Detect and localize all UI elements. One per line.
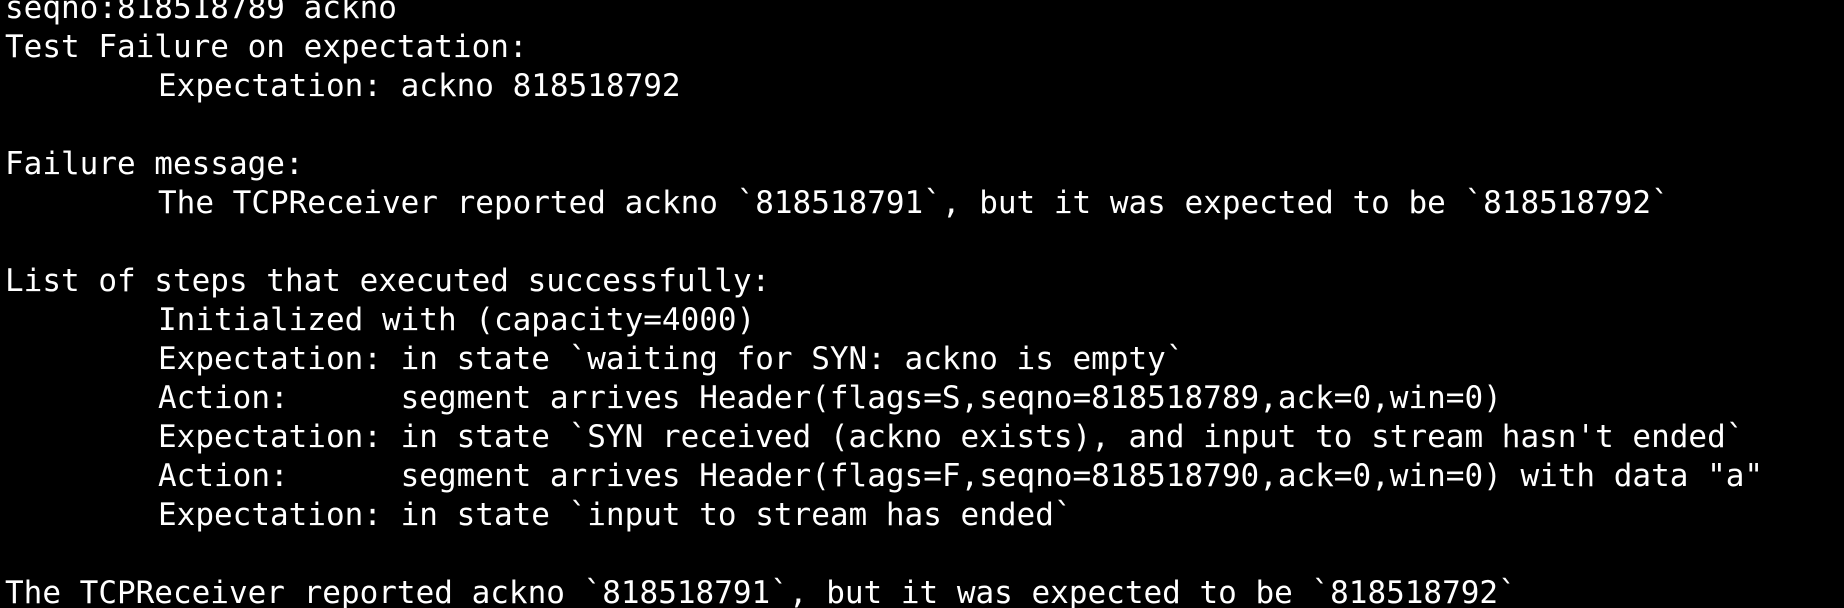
failure-message-heading: Failure message: [5, 146, 304, 182]
step-line: Expectation: in state `input to stream h… [158, 497, 1073, 533]
final-failure-line: The TCPReceiver reported ackno `81851879… [5, 575, 1517, 608]
step-line: Expectation: in state `waiting for SYN: … [158, 341, 1185, 377]
partial-top-line: seqno:818518789 ackno [5, 0, 397, 26]
terminal-window[interactable]: seqno:818518789 ackno Test Failure on ex… [0, 0, 1844, 608]
step-line: Initialized with (capacity=4000) [158, 302, 756, 338]
failed-expectation-line: Expectation: ackno 818518792 [158, 68, 681, 104]
step-line: Action: segment arrives Header(flags=S,s… [158, 380, 1502, 416]
steps-heading: List of steps that executed successfully… [5, 263, 771, 299]
step-line: Expectation: in state `SYN received (ack… [158, 419, 1745, 455]
failure-message-line: The TCPReceiver reported ackno `81851879… [158, 185, 1670, 221]
step-line: Action: segment arrives Header(flags=F,s… [158, 458, 1764, 494]
test-failure-heading: Test Failure on expectation: [5, 29, 528, 65]
terminal-output: seqno:818518789 ackno Test Failure on ex… [5, 0, 1844, 608]
